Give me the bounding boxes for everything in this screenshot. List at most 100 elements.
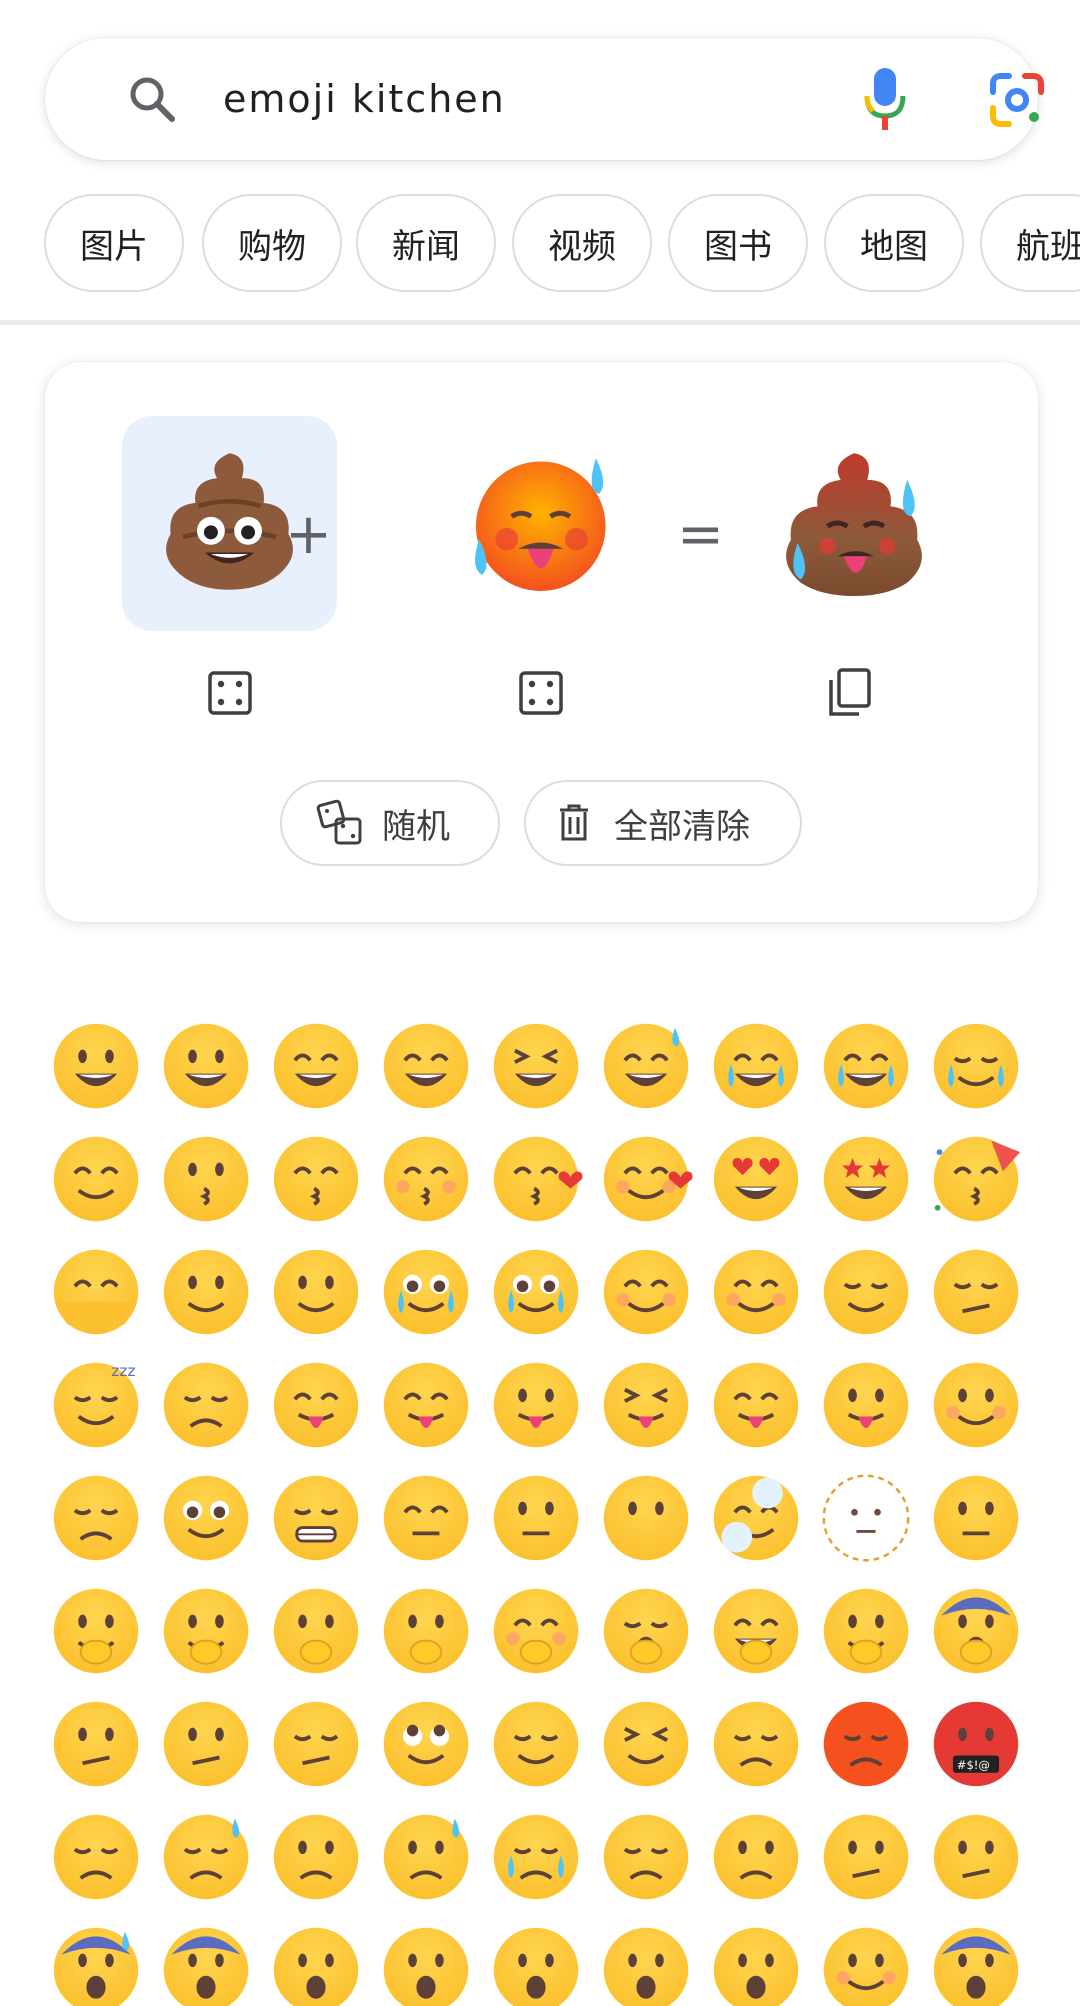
downcast-sweat-emoji-icon[interactable] <box>158 1809 254 1905</box>
hot-face-emoji-icon[interactable] <box>463 442 625 604</box>
search-input[interactable]: emoji kitchen <box>223 74 506 124</box>
cursing-emoji-icon[interactable]: #$!@ <box>928 1696 1024 1792</box>
slight-smile-emoji-icon[interactable] <box>268 1244 364 1340</box>
wink-emoji-icon[interactable] <box>48 1131 144 1227</box>
sob-emoji-icon[interactable] <box>928 1018 1024 1114</box>
smiley-emoji-icon[interactable] <box>158 1018 254 1114</box>
random-button[interactable]: 随机 <box>280 780 500 866</box>
google-lens-icon[interactable] <box>989 72 1045 128</box>
frowning-open-emoji-icon[interactable] <box>378 1922 474 2006</box>
partying-emoji-icon[interactable] <box>928 1131 1024 1227</box>
pleading-emoji-icon[interactable] <box>158 1470 254 1566</box>
rage-emoji-icon[interactable] <box>818 1696 914 1792</box>
combined-emoji-result-icon[interactable] <box>771 440 937 606</box>
confused-emoji-icon[interactable] <box>818 1809 914 1905</box>
frowning-emoji-icon[interactable] <box>598 1809 694 1905</box>
raised-eyebrow-emoji-icon[interactable] <box>48 1696 144 1792</box>
hushed-emoji-icon[interactable] <box>268 1922 364 2006</box>
grinning-emoji-icon[interactable] <box>48 1018 144 1114</box>
yum-emoji-icon[interactable] <box>378 1357 474 1453</box>
tongue-emoji-icon[interactable] <box>488 1357 584 1453</box>
tab-2[interactable]: 新闻 <box>356 194 496 292</box>
sleepy-emoji-icon[interactable] <box>158 1357 254 1453</box>
angry-emoji-icon[interactable] <box>708 1696 804 1792</box>
blush-emoji-icon[interactable] <box>598 1244 694 1340</box>
squinting-tongue-emoji-icon[interactable] <box>598 1357 694 1453</box>
star-struck-emoji-icon[interactable] <box>818 1131 914 1227</box>
woozy-emoji-icon[interactable] <box>928 1357 1024 1453</box>
drooling-emoji-icon[interactable] <box>268 1357 364 1453</box>
fearful-emoji-icon[interactable] <box>158 1922 254 2006</box>
heart-eyes-emoji-icon[interactable] <box>708 1131 804 1227</box>
saluting-emoji-icon[interactable] <box>48 1583 144 1679</box>
tab-4[interactable]: 图书 <box>668 194 808 292</box>
zany-emoji-icon[interactable] <box>818 1357 914 1453</box>
clear-all-button[interactable]: 全部清除 <box>524 780 802 866</box>
hugging-emoji-icon[interactable] <box>708 1583 804 1679</box>
disappointed-emoji-icon[interactable] <box>48 1809 144 1905</box>
exploding-head-emoji-icon[interactable] <box>928 1922 1024 2006</box>
joy-emoji-icon[interactable] <box>708 1018 804 1114</box>
dotted-line-emoji-icon[interactable] <box>818 1470 914 1566</box>
kissing-heart-emoji-icon[interactable] <box>488 1131 584 1227</box>
kissing-closed-eyes-emoji-icon[interactable] <box>378 1131 474 1227</box>
astonished-emoji-icon[interactable] <box>488 1922 584 2006</box>
cold-sweat-emoji-icon[interactable] <box>48 1922 144 2006</box>
unamused-emoji-icon[interactable] <box>268 1696 364 1792</box>
melting-emoji-icon[interactable] <box>48 1244 144 1340</box>
pensive-emoji-icon[interactable] <box>48 1470 144 1566</box>
face-in-clouds-emoji-icon[interactable] <box>708 1470 804 1566</box>
holding-back-tears-emoji-icon[interactable] <box>378 1244 474 1340</box>
triumph-emoji-icon[interactable] <box>598 1696 694 1792</box>
tab-1[interactable]: 购物 <box>202 194 342 292</box>
tab-3[interactable]: 视频 <box>512 194 652 292</box>
copy-icon[interactable] <box>825 668 873 718</box>
exhaling-emoji-icon[interactable] <box>488 1696 584 1792</box>
rofl-emoji-icon[interactable] <box>818 1018 914 1114</box>
thinking-emoji-icon[interactable] <box>158 1583 254 1679</box>
monocle-emoji-icon[interactable] <box>158 1696 254 1792</box>
diagonal-mouth-emoji-icon[interactable] <box>928 1809 1024 1905</box>
slight-frown-emoji-icon[interactable] <box>708 1809 804 1905</box>
anxious-sweat-emoji-icon[interactable] <box>378 1809 474 1905</box>
smiling-hearts-emoji-icon[interactable] <box>598 1131 694 1227</box>
laughing-emoji-icon[interactable] <box>488 1018 584 1114</box>
worried-emoji-icon[interactable] <box>268 1809 364 1905</box>
randomize-first-dice-icon[interactable] <box>207 670 253 716</box>
rolling-eyes-emoji-icon[interactable] <box>378 1696 474 1792</box>
kissing-smiling-eyes-emoji-icon[interactable] <box>268 1131 364 1227</box>
tab-6[interactable]: 航班 <box>980 194 1080 292</box>
equals-sign: = <box>677 502 724 567</box>
grin-emoji-icon[interactable] <box>378 1018 474 1114</box>
crying-emoji-icon[interactable] <box>488 1809 584 1905</box>
neutral-emoji-icon[interactable] <box>488 1470 584 1566</box>
microphone-icon[interactable] <box>863 66 907 132</box>
smile-emoji-icon[interactable] <box>268 1018 364 1114</box>
upside-down-emoji-icon[interactable] <box>158 1244 254 1340</box>
scream-emoji-icon[interactable] <box>928 1583 1024 1679</box>
shushing-emoji-icon[interactable] <box>268 1583 364 1679</box>
tab-0[interactable]: 图片 <box>44 194 184 292</box>
tab-5[interactable]: 地图 <box>824 194 964 292</box>
kissing-emoji-icon[interactable] <box>158 1131 254 1227</box>
giggling-emoji-icon[interactable] <box>488 1583 584 1679</box>
randomize-second-dice-icon[interactable] <box>518 670 564 716</box>
smirk-emoji-icon[interactable] <box>928 1244 1024 1340</box>
face-holding-tears-emoji-icon[interactable] <box>488 1244 584 1340</box>
relieved-emoji-icon[interactable] <box>818 1244 914 1340</box>
relaxed-emoji-icon[interactable] <box>708 1244 804 1340</box>
grimacing-emoji-icon[interactable] <box>268 1470 364 1566</box>
no-mouth-emoji-icon[interactable] <box>598 1470 694 1566</box>
search-bar[interactable]: emoji kitchen <box>45 38 1044 160</box>
sleeping-emoji-icon[interactable]: zzz <box>48 1357 144 1453</box>
flushed-emoji-icon[interactable] <box>818 1922 914 2006</box>
winking-tongue-emoji-icon[interactable] <box>708 1357 804 1453</box>
expressionless-emoji-icon[interactable] <box>378 1470 474 1566</box>
peeking-emoji-icon[interactable] <box>818 1583 914 1679</box>
hand-over-mouth-emoji-icon[interactable] <box>378 1583 474 1679</box>
open-mouth-emoji-icon[interactable] <box>598 1922 694 2006</box>
yawning-emoji-icon[interactable] <box>598 1583 694 1679</box>
zipper-mouth-emoji-icon[interactable] <box>928 1470 1024 1566</box>
sweat-smile-emoji-icon[interactable] <box>598 1018 694 1114</box>
mouth-open-emoji-icon[interactable] <box>708 1922 804 2006</box>
